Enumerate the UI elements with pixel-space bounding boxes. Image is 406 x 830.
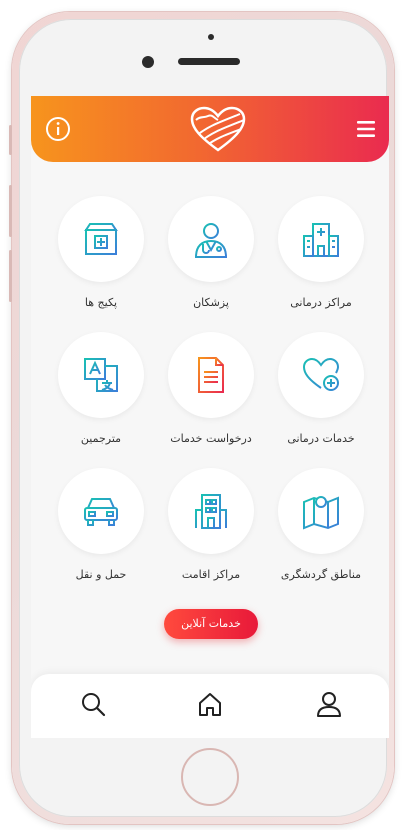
map-pin-icon (303, 496, 339, 530)
translate-icon (84, 358, 118, 392)
tile-label: حمل و نقل (75, 568, 127, 581)
user-icon[interactable] (315, 690, 343, 718)
document-icon (198, 357, 224, 393)
tile-tourist-areas[interactable]: مناطق گردشگری (266, 468, 376, 581)
proximity-sensor (208, 34, 214, 40)
tile-label: خدمات درمانی (287, 432, 355, 445)
tile-translators[interactable]: مترجمین (46, 332, 156, 445)
tile-circle (168, 468, 254, 554)
tile-label: پکیج ها (84, 296, 118, 309)
tile-medical-centers[interactable]: مراکز درمانی (266, 196, 376, 309)
volume-up-button (9, 185, 12, 237)
tile-accommodation[interactable]: مراکز اقامت (156, 468, 266, 581)
tile-transportation[interactable]: حمل و نقل (46, 468, 156, 581)
search-icon[interactable] (79, 690, 107, 718)
tile-circle (168, 332, 254, 418)
car-icon (84, 498, 118, 526)
app-screen: مراکز درمانی پزشکان پکیج ها خدمات درمانی… (31, 96, 389, 738)
tile-label: مراکز درمانی (290, 296, 352, 309)
doctor-icon (194, 223, 228, 258)
tile-circle (278, 196, 364, 282)
tile-circle (278, 468, 364, 554)
earpiece-speaker (178, 58, 240, 65)
phone-home-button[interactable] (181, 748, 239, 806)
tile-label: پزشکان (193, 296, 229, 309)
tile-label: مناطق گردشگری (280, 568, 362, 581)
heart-plus-icon (302, 357, 340, 391)
package-box-icon (84, 223, 118, 255)
tile-circle (58, 196, 144, 282)
home-icon[interactable] (196, 690, 224, 718)
online-services-button[interactable]: خدمات آنلاین (164, 609, 258, 639)
tile-medical-services[interactable]: خدمات درمانی (266, 332, 376, 445)
building-icon (194, 494, 228, 529)
hospital-icon (303, 223, 339, 257)
tile-label: مراکز اقامت (181, 568, 241, 581)
bottom-nav (31, 674, 389, 738)
tile-label: درخواست خدمات (170, 432, 252, 445)
volume-down-button (9, 250, 12, 302)
mute-switch (9, 125, 12, 155)
services-grid: مراکز درمانی پزشکان پکیج ها خدمات درمانی… (31, 96, 389, 738)
tile-packages[interactable]: پکیج ها (46, 196, 156, 309)
tile-service-request[interactable]: درخواست خدمات (156, 332, 266, 445)
front-camera (142, 56, 154, 68)
tile-circle (58, 468, 144, 554)
tile-circle (278, 332, 364, 418)
tile-label: مترجمین (80, 432, 122, 445)
tile-circle (58, 332, 144, 418)
tile-doctors[interactable]: پزشکان (156, 196, 266, 309)
tile-circle (168, 196, 254, 282)
